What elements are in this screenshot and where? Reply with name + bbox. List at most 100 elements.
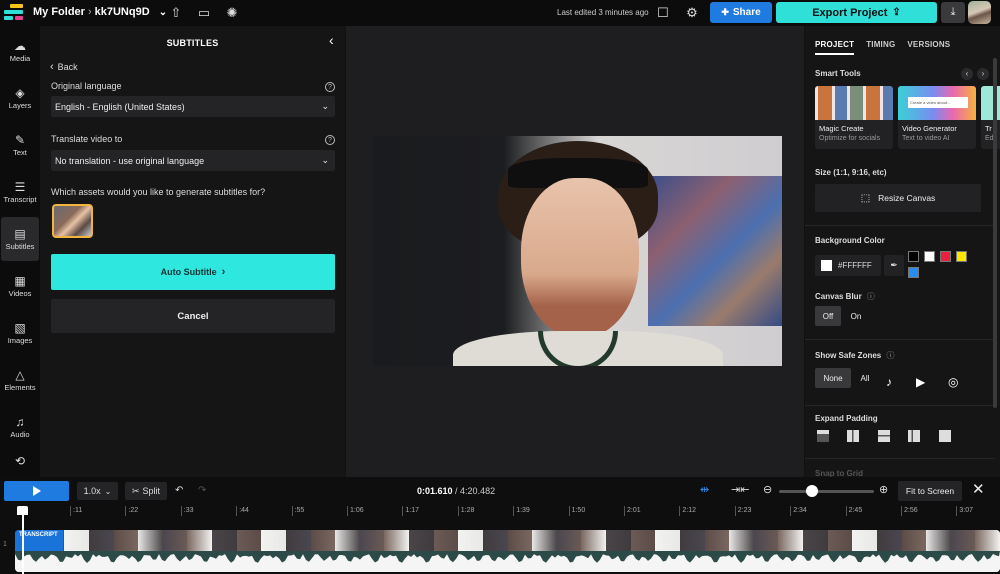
swatch-black[interactable] — [908, 251, 919, 262]
close-timeline-icon[interactable]: ✕ — [972, 480, 985, 498]
rail-item-media[interactable]: ☁ Media — [0, 29, 40, 73]
properties-scrollbar[interactable] — [993, 58, 997, 408]
rail-label: Videos — [8, 288, 32, 298]
original-language-select[interactable]: English - English (United States) ⌄ — [51, 96, 335, 117]
tab-timing[interactable]: TIMING — [866, 40, 895, 55]
total-time: 4:20.482 — [460, 486, 496, 496]
time-separator: / — [452, 486, 461, 496]
share-button[interactable]: ✚ Share — [710, 2, 772, 23]
breadcrumb-folder[interactable]: My Folder — [33, 6, 85, 18]
ruler-tick: 1:39 — [513, 506, 530, 516]
youtube-icon[interactable]: ▶ — [916, 375, 925, 389]
partial-thumbnail — [981, 86, 1000, 120]
carousel-prev-icon[interactable]: ‹ — [961, 68, 973, 80]
asset-thumbnail-selected[interactable] — [52, 204, 93, 238]
rail-item-elements[interactable]: △ Elements — [0, 358, 40, 402]
rail-item-images[interactable]: ▧ Images — [0, 311, 40, 355]
rail-item-text[interactable]: ✎ Text — [0, 123, 40, 167]
add-person-icon: ✚ — [721, 7, 729, 17]
scissors-icon: ✂ — [131, 485, 140, 496]
clip-frame — [679, 530, 705, 551]
help-icon[interactable]: ⓘ — [867, 292, 875, 301]
swatch-red[interactable] — [940, 251, 951, 262]
padding-sides-icon[interactable] — [847, 430, 859, 442]
video-preview[interactable] — [373, 136, 782, 366]
padding-left-icon[interactable] — [908, 430, 920, 442]
rail-item-transcript[interactable]: ☰ Transcript — [0, 170, 40, 214]
help-icon[interactable]: ⓘ — [886, 351, 894, 360]
user-avatar[interactable] — [968, 1, 991, 24]
tab-versions[interactable]: VERSIONS — [907, 40, 950, 55]
zoom-in-icon[interactable]: ⊕ — [879, 483, 888, 496]
bg-color-input[interactable]: #FFFFFF — [815, 255, 881, 276]
left-rail: ☁ Media ◈ Layers ✎ Text ☰ Transcript ▤ Subtit… — [0, 26, 40, 477]
settings-icon[interactable]: ⚙ — [683, 4, 701, 22]
smart-tool-video-generator[interactable]: Create a video about... Video Generator … — [898, 86, 976, 149]
help-icon[interactable]: ? — [325, 135, 335, 145]
rail-item-layers[interactable]: ◈ Layers — [0, 76, 40, 120]
video-track-clip[interactable]: TRANSCRIPT — [15, 530, 1000, 572]
swatch-white[interactable] — [924, 251, 935, 262]
lightbulb-icon[interactable]: ✺ — [223, 4, 241, 22]
download-button[interactable]: ⤓ — [941, 2, 965, 23]
zoom-out-icon[interactable]: ⊖ — [763, 483, 772, 496]
redo-icon[interactable]: ↷ — [198, 485, 206, 496]
rail-label: Media — [9, 53, 31, 63]
tool-desc: Optimize for socials — [819, 135, 881, 142]
snap-icon[interactable]: ⇹ — [700, 483, 709, 496]
blur-off-option[interactable]: Off — [815, 306, 841, 326]
resize-canvas-button[interactable]: ⬚ Resize Canvas — [815, 184, 981, 212]
tab-project[interactable]: PROJECT — [815, 40, 855, 55]
tiktok-icon[interactable]: ♪ — [886, 375, 892, 389]
back-link[interactable]: ‹ Back — [50, 61, 78, 73]
captions-icon[interactable]: ▭ — [195, 4, 213, 22]
rail-item-audio[interactable]: ♫ Audio — [0, 405, 40, 449]
project-name[interactable]: kk7UNq9D — [95, 6, 150, 18]
rail-item-videos[interactable]: ▦ Videos — [0, 264, 40, 308]
assets-question: Which assets would you like to generate … — [51, 187, 266, 197]
smart-tool-partial[interactable]: Tr Ed — [981, 86, 1000, 149]
clip-frame — [261, 530, 286, 551]
smart-tool-magic-create[interactable]: Magic Create Optimize for socials — [815, 86, 893, 149]
split-button[interactable]: ✂ Split — [125, 482, 167, 500]
fit-to-screen-button[interactable]: Fit to Screen — [898, 481, 962, 501]
play-button[interactable] — [4, 481, 69, 501]
collapse-panel-icon[interactable]: ‹ — [329, 32, 334, 48]
rail-item-subtitles[interactable]: ▤ Subtitles — [1, 217, 39, 261]
eyedropper-icon[interactable]: ✒ — [884, 255, 904, 276]
zoom-slider-knob[interactable] — [806, 485, 819, 497]
help-icon[interactable]: ? — [325, 82, 335, 92]
upload-icon[interactable]: ⇧ — [167, 4, 185, 22]
clip-frame — [433, 530, 459, 551]
tool-name: Magic Create — [819, 124, 864, 133]
subtitles-icon: ▤ — [14, 226, 26, 241]
chevron-down-icon[interactable]: ⌄ — [159, 7, 167, 18]
playhead[interactable] — [22, 507, 24, 574]
swatch-blue[interactable] — [908, 267, 919, 278]
padding-full-icon[interactable] — [939, 430, 951, 442]
translate-label: Translate video to — [51, 134, 123, 144]
ruler-tick: :44 — [236, 506, 249, 516]
safe-zone-all[interactable]: All — [855, 368, 875, 388]
padding-middle-icon[interactable] — [878, 430, 890, 442]
app-logo-icon[interactable] — [4, 4, 24, 22]
carousel-next-icon[interactable]: › — [977, 68, 989, 80]
chevron-down-icon: ⌄ — [321, 155, 329, 165]
comment-icon[interactable]: ☐ — [654, 4, 672, 22]
undo-icon[interactable]: ↶ — [175, 485, 183, 496]
original-language-label: Original language — [51, 81, 122, 91]
cancel-button[interactable]: Cancel — [51, 299, 335, 333]
safe-zone-none[interactable]: None — [815, 368, 851, 388]
padding-top-icon[interactable] — [817, 430, 829, 442]
canvas-blur-title: Canvas Blur ⓘ — [815, 291, 875, 302]
zoom-slider[interactable] — [779, 490, 874, 493]
blur-on-option[interactable]: On — [845, 306, 867, 326]
fit-icon[interactable]: ⇥⇤ — [731, 483, 749, 496]
auto-subtitle-button[interactable]: Auto Subtitle › — [51, 254, 335, 290]
swatch-yellow[interactable] — [956, 251, 967, 262]
translate-select[interactable]: No translation - use original language ⌄ — [51, 150, 335, 171]
instagram-icon[interactable]: ◎ — [948, 375, 958, 389]
rail-item-loop[interactable]: ⟲ — [0, 446, 40, 476]
export-project-button[interactable]: Export Project ⇪ — [776, 2, 937, 23]
playback-speed-select[interactable]: 1.0x ⌄ — [77, 482, 118, 500]
